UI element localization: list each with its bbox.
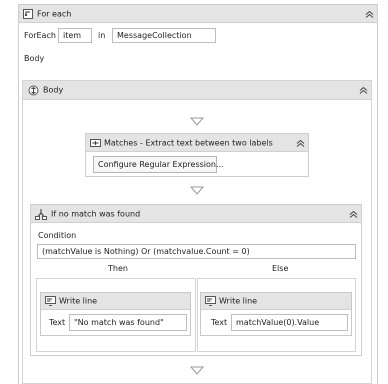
collapse-icon[interactable]: [296, 138, 305, 147]
else-text-input[interactable]: matchValue(0).Value: [231, 314, 348, 331]
body-title: Body: [43, 85, 64, 95]
foreach-header[interactable]: For each: [19, 5, 377, 23]
drop-arrow-icon[interactable]: [189, 186, 205, 195]
if-header[interactable]: If no match was found: [31, 205, 361, 223]
collapse-icon[interactable]: [349, 209, 358, 218]
matches-activity[interactable]: Matches - Extract text between two label…: [85, 133, 309, 177]
else-writeline-title: Write line: [219, 296, 258, 306]
in-label: in: [98, 31, 106, 40]
else-writeline-activity[interactable]: Write line Text matchValue(0).Value: [200, 292, 352, 336]
then-writeline-activity[interactable]: Write line Text "No match was found": [40, 292, 191, 336]
condition-input[interactable]: (matchValue is Nothing) Or (matchvalue.C…: [37, 244, 356, 259]
drop-arrow-icon[interactable]: [189, 366, 205, 375]
drop-arrow-icon[interactable]: [189, 117, 205, 126]
then-label: Then: [108, 264, 128, 273]
sequence-icon: [28, 85, 39, 98]
if-title: If no match was found: [51, 209, 141, 218]
else-label: Else: [272, 264, 289, 273]
collapse-icon[interactable]: [359, 86, 368, 95]
else-writeline-header[interactable]: Write line: [201, 293, 351, 310]
else-text-label: Text: [211, 318, 228, 327]
matches-title: Matches - Extract text between two label…: [104, 138, 273, 147]
foreach-icon: [23, 9, 33, 21]
then-writeline-title: Write line: [59, 296, 98, 306]
body-header[interactable]: Body: [23, 81, 371, 100]
then-text-label: Text: [49, 318, 66, 327]
collapse-icon[interactable]: [365, 9, 374, 18]
then-writeline-header[interactable]: Write line: [41, 293, 190, 310]
if-icon: [35, 208, 47, 222]
foreach-item-input[interactable]: item: [58, 28, 92, 43]
condition-label: Condition: [38, 231, 77, 240]
writeline-icon: [205, 296, 216, 308]
foreach-title: For each: [37, 9, 72, 18]
matches-header[interactable]: Matches - Extract text between two label…: [86, 134, 308, 152]
body-section-label: Body: [24, 54, 45, 63]
then-text-input[interactable]: "No match was found": [69, 314, 187, 331]
writeline-icon: [45, 296, 56, 308]
collection-input[interactable]: MessageCollection: [112, 28, 216, 43]
matches-icon: [90, 138, 101, 150]
configure-regex-button[interactable]: Configure Regular Expression...: [93, 156, 224, 173]
foreach-label: ForEach: [24, 31, 56, 40]
